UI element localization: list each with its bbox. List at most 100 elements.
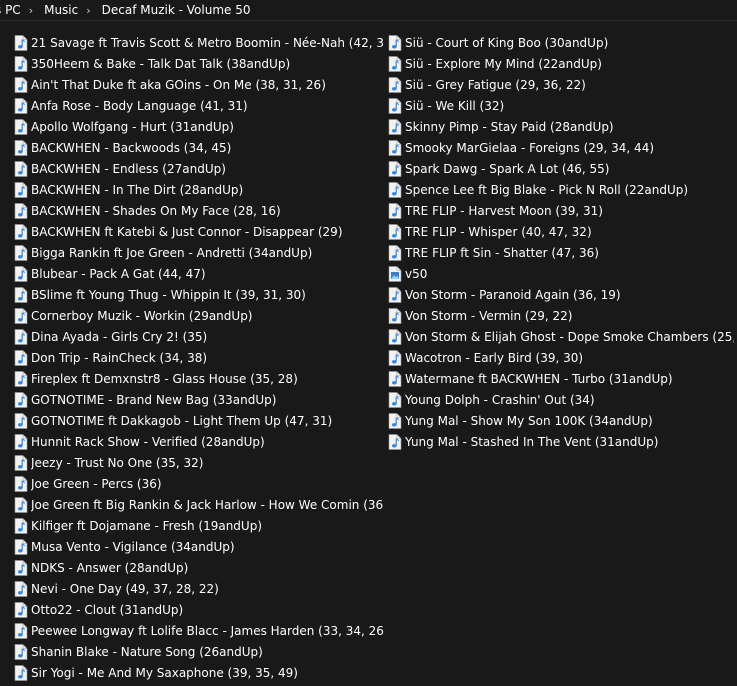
file-item[interactable]: Dina Ayada - Girls Cry 2! (35)	[14, 326, 384, 347]
file-item[interactable]: Joe Green ft Big Rankin & Jack Harlow - …	[14, 494, 384, 515]
file-item[interactable]: TRE FLIP - Whisper (40, 47, 32)	[388, 221, 734, 242]
file-item[interactable]: NDKS - Answer (28andUp)	[14, 557, 384, 578]
file-name: 21 Savage ft Travis Scott & Metro Boomin…	[31, 35, 384, 50]
file-name: v50	[405, 266, 428, 281]
audio-file-icon	[388, 244, 402, 261]
file-item[interactable]: Musa Vento - Vigilance (34andUp)	[14, 536, 384, 557]
file-item[interactable]: Nevi - One Day (49, 37, 28, 22)	[14, 578, 384, 599]
file-name: Yung Mal - Show My Son 100K (34andUp)	[405, 413, 653, 428]
file-item[interactable]: Shanin Blake - Nature Song (26andUp)	[14, 641, 384, 662]
file-name: Fireplex ft Demxnstr8 - Glass House (35,…	[31, 371, 298, 386]
file-name: Smooky MarGielaa - Foreigns (29, 34, 44)	[405, 140, 655, 155]
file-item[interactable]: GOTNOTIME - Brand New Bag (33andUp)	[14, 389, 384, 410]
audio-file-icon	[14, 475, 28, 492]
audio-file-icon	[14, 349, 28, 366]
file-item[interactable]: Joe Green - Percs (36)	[14, 473, 384, 494]
file-name: Siü - Explore My Mind (22andUp)	[405, 56, 602, 71]
breadcrumb-item-this-pc[interactable]: s PC	[0, 3, 23, 17]
audio-file-icon	[14, 181, 28, 198]
file-item[interactable]: BACKWHEN - Endless (27andUp)	[14, 158, 384, 179]
file-name: Von Storm - Paranoid Again (36, 19)	[405, 287, 621, 302]
file-item[interactable]: 21 Savage ft Travis Scott & Metro Boomin…	[14, 32, 384, 53]
file-name: Yung Mal - Stashed In The Vent (31andUp)	[405, 434, 659, 449]
file-name: TRE FLIP ft Sin - Shatter (47, 36)	[405, 245, 599, 260]
file-item[interactable]: Spark Dawg - Spark A Lot (46, 55)	[388, 158, 734, 179]
file-item[interactable]: Siü - Grey Fatigue (29, 36, 22)	[388, 74, 734, 95]
file-item[interactable]: 350Heem & Bake - Talk Dat Talk (38andUp)	[14, 53, 384, 74]
file-item[interactable]: Young Dolph - Crashin' Out (34)	[388, 389, 734, 410]
file-name: Ain't That Duke ft aka GOins - On Me (38…	[31, 77, 326, 92]
audio-file-icon	[388, 97, 402, 114]
audio-file-icon	[14, 76, 28, 93]
file-item[interactable]: Apollo Wolfgang - Hurt (31andUp)	[14, 116, 384, 137]
breadcrumb-item-current-folder[interactable]: Decaf Muzik - Volume 50	[100, 3, 253, 17]
file-item[interactable]: Otto22 - Clout (31andUp)	[14, 599, 384, 620]
audio-file-icon	[14, 265, 28, 282]
file-name: Musa Vento - Vigilance (34andUp)	[31, 539, 235, 554]
file-item[interactable]: Blubear - Pack A Gat (44, 47)	[14, 263, 384, 284]
audio-file-icon	[388, 328, 402, 345]
file-item[interactable]: GOTNOTIME ft Dakkagob - Light Them Up (4…	[14, 410, 384, 431]
file-item[interactable]: BSlime ft Young Thug - Whippin It (39, 3…	[14, 284, 384, 305]
file-item[interactable]: Ain't That Duke ft aka GOins - On Me (38…	[14, 74, 384, 95]
file-item[interactable]: Von Storm - Vermin (29, 22)	[388, 305, 734, 326]
file-item[interactable]: Sir Yogi - Me And My Saxaphone (39, 35, …	[14, 662, 384, 683]
file-item[interactable]: Watermane ft BACKWHEN - Turbo (31andUp)	[388, 368, 734, 389]
file-item[interactable]: Hunnit Rack Show - Verified (28andUp)	[14, 431, 384, 452]
file-item[interactable]: Yung Mal - Show My Son 100K (34andUp)	[388, 410, 734, 431]
audio-file-icon	[14, 160, 28, 177]
file-name: BACKWHEN ft Katebi & Just Connor - Disap…	[31, 224, 343, 239]
file-item[interactable]: Bigga Rankin ft Joe Green - Andretti (34…	[14, 242, 384, 263]
file-name: Von Storm - Vermin (29, 22)	[405, 308, 573, 323]
file-name: Apollo Wolfgang - Hurt (31andUp)	[31, 119, 234, 134]
audio-file-icon	[388, 433, 402, 450]
file-item[interactable]: TRE FLIP - Harvest Moon (39, 31)	[388, 200, 734, 221]
file-item[interactable]: Siü - Court of King Boo (30andUp)	[388, 32, 734, 53]
file-item[interactable]: Von Storm & Elijah Ghost - Dope Smoke Ch…	[388, 326, 734, 347]
file-name: Wacotron - Early Bird (39, 30)	[405, 350, 584, 365]
audio-file-icon	[14, 286, 28, 303]
file-item[interactable]: Skinny Pimp - Stay Paid (28andUp)	[388, 116, 734, 137]
breadcrumb-item-music[interactable]: Music	[42, 3, 80, 17]
file-item[interactable]: BACKWHEN - Backwoods (34, 45)	[14, 137, 384, 158]
audio-file-icon	[388, 139, 402, 156]
file-name: Spence Lee ft Big Blake - Pick N Roll (2…	[405, 182, 689, 197]
file-item[interactable]: Anfa Rose - Body Language (41, 31)	[14, 95, 384, 116]
file-item[interactable]: BACKWHEN - In The Dirt (28andUp)	[14, 179, 384, 200]
file-name: Watermane ft BACKWHEN - Turbo (31andUp)	[405, 371, 673, 386]
file-item[interactable]: Siü - Explore My Mind (22andUp)	[388, 53, 734, 74]
file-name: Spark Dawg - Spark A Lot (46, 55)	[405, 161, 610, 176]
file-name: BSlime ft Young Thug - Whippin It (39, 3…	[31, 287, 306, 302]
file-item[interactable]: v50	[388, 263, 734, 284]
file-name: Jeezy - Trust No One (35, 32)	[31, 455, 204, 470]
file-item[interactable]: Yung Mal - Stashed In The Vent (31andUp)	[388, 431, 734, 452]
file-item[interactable]: Siü - We Kill (32)	[388, 95, 734, 116]
file-item[interactable]: Smooky MarGielaa - Foreigns (29, 34, 44)	[388, 137, 734, 158]
file-name: Shanin Blake - Nature Song (26andUp)	[31, 644, 263, 659]
file-item[interactable]: Jeezy - Trust No One (35, 32)	[14, 452, 384, 473]
file-item[interactable]: Don Trip - RainCheck (34, 38)	[14, 347, 384, 368]
audio-file-icon	[388, 118, 402, 135]
file-name: Otto22 - Clout (31andUp)	[31, 602, 184, 617]
file-item[interactable]: Von Storm - Paranoid Again (36, 19)	[388, 284, 734, 305]
file-item[interactable]: Cornerboy Muzik - Workin (29andUp)	[14, 305, 384, 326]
audio-file-icon	[388, 349, 402, 366]
chevron-right-icon[interactable]: ›	[80, 4, 99, 17]
file-name: GOTNOTIME ft Dakkagob - Light Them Up (4…	[31, 413, 333, 428]
file-name: Young Dolph - Crashin' Out (34)	[405, 392, 595, 407]
file-item[interactable]: BACKWHEN ft Katebi & Just Connor - Disap…	[14, 221, 384, 242]
file-item[interactable]: Peewee Longway ft Lolife Blacc - James H…	[14, 620, 384, 641]
chevron-right-icon[interactable]: ›	[23, 4, 42, 17]
audio-file-icon	[14, 517, 28, 534]
file-item[interactable]: Kilfiger ft Dojamane - Fresh (19andUp)	[14, 515, 384, 536]
file-name: Siü - Court of King Boo (30andUp)	[405, 35, 609, 50]
file-name: Anfa Rose - Body Language (41, 31)	[31, 98, 248, 113]
file-item[interactable]: TRE FLIP ft Sin - Shatter (47, 36)	[388, 242, 734, 263]
file-item[interactable]: Spence Lee ft Big Blake - Pick N Roll (2…	[388, 179, 734, 200]
file-name: Joe Green - Percs (36)	[31, 476, 162, 491]
file-name: BACKWHEN - Endless (27andUp)	[31, 161, 226, 176]
file-item[interactable]: Fireplex ft Demxnstr8 - Glass House (35,…	[14, 368, 384, 389]
file-item[interactable]: Wacotron - Early Bird (39, 30)	[388, 347, 734, 368]
file-item[interactable]: BACKWHEN - Shades On My Face (28, 16)	[14, 200, 384, 221]
audio-file-icon	[14, 664, 28, 681]
